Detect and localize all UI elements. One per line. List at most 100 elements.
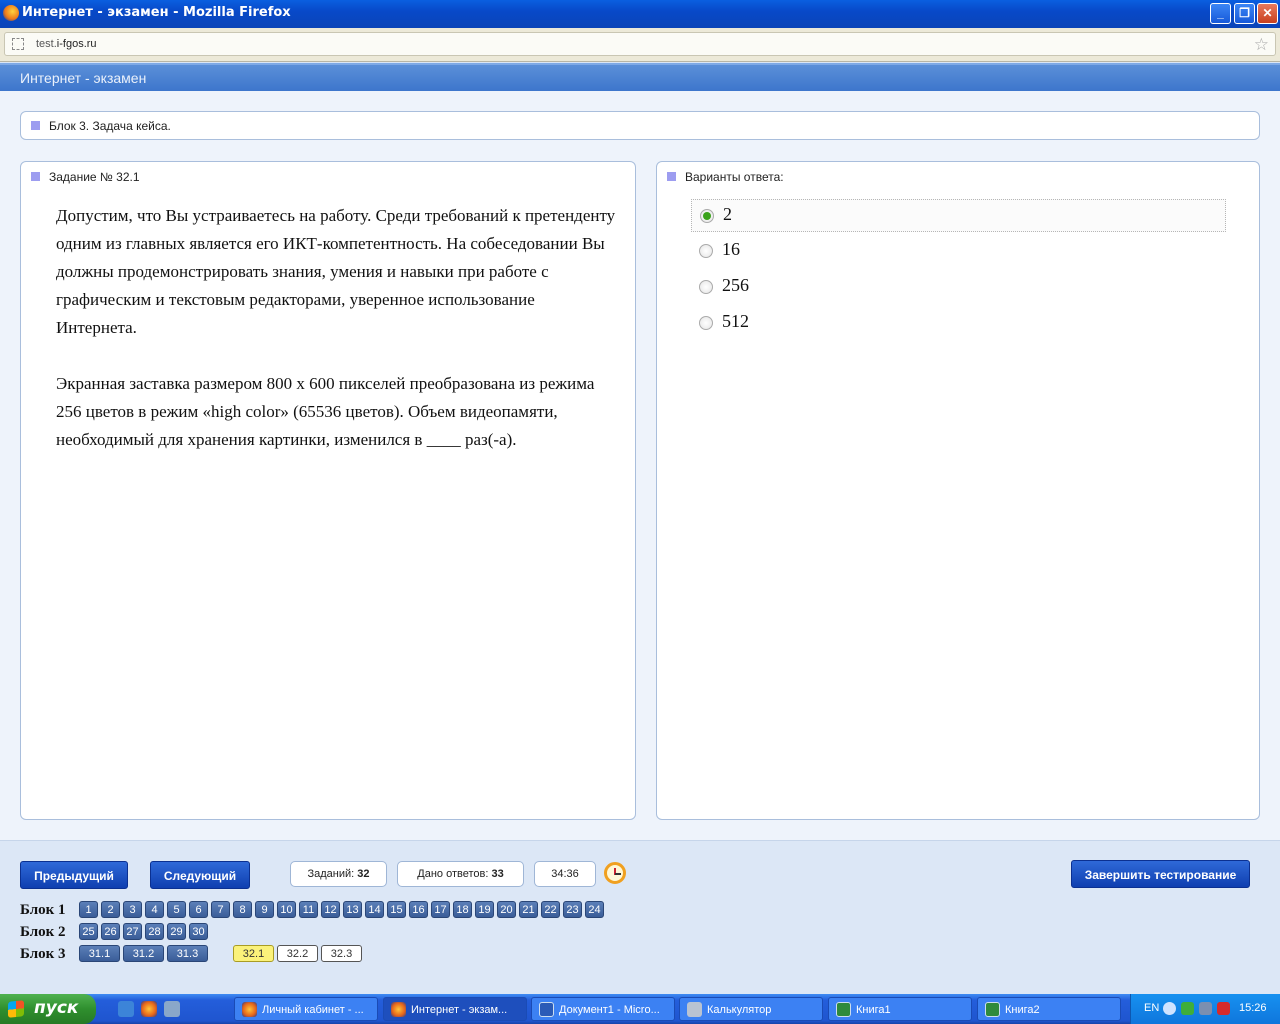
question-nav-button[interactable]: 23 [563,901,582,918]
question-nav-button[interactable]: 9 [255,901,274,918]
question-nav-button[interactable]: 25 [79,923,98,940]
firefox-quicklaunch-icon[interactable] [141,1001,157,1017]
url-text: test.i-fgos.ru [36,38,97,50]
radio-button[interactable] [699,244,713,258]
question-nav-button[interactable]: 26 [101,923,120,940]
footer-bar: Предыдущий Следующий Заданий: 32 Дано от… [0,840,1280,994]
question-nav-button[interactable]: 17 [431,901,450,918]
question-nav-button[interactable]: 18 [453,901,472,918]
block-3-label: Блок 3 [20,946,66,962]
radio-button[interactable] [699,280,713,294]
window-titlebar: Интернет - экзамен - Mozilla Firefox _ ❐… [0,0,1280,28]
window-title: Интернет - экзамен - Mozilla Firefox [22,5,291,20]
prev-button[interactable]: Предыдущий [20,861,128,889]
show-desktop-icon[interactable] [118,1001,134,1017]
question-nav-button[interactable]: 32.2 [277,945,318,962]
language-indicator[interactable]: EN [1144,1002,1159,1014]
finish-test-button[interactable]: Завершить тестирование [1071,860,1250,888]
radio-button[interactable] [699,316,713,330]
bookmark-star-icon[interactable]: ☆ [1254,35,1269,55]
question-nav-button[interactable]: 31.2 [123,945,164,962]
clock: 15:26 [1239,1002,1267,1014]
question-nav-button[interactable]: 3 [123,901,142,918]
answer-option[interactable]: 256 [691,271,1226,304]
tray-expand-icon[interactable] [1163,1002,1176,1015]
site-identity-icon[interactable] [12,38,24,50]
question-nav-button[interactable]: 7 [211,901,230,918]
block-2-nav: 25 26 27 28 29 30 [79,923,211,940]
task-paragraph-1: Допустим, что Вы устраиваетесь на работу… [56,206,616,337]
restore-button[interactable]: ❐ [1234,3,1255,24]
question-nav-button[interactable]: 22 [541,901,560,918]
question-nav-button[interactable]: 8 [233,901,252,918]
block-3-case-nav: 32.1 32.2 32.3 [233,945,365,962]
url-field[interactable]: test.i-fgos.ru ☆ [4,32,1276,56]
firefox-icon [3,5,19,21]
question-nav-button[interactable]: 4 [145,901,164,918]
question-nav-button[interactable]: 6 [189,901,208,918]
question-nav-button[interactable]: 29 [167,923,186,940]
square-marker-icon [31,172,40,181]
app-quicklaunch-icon[interactable] [164,1001,180,1017]
question-nav-button[interactable]: 31.1 [79,945,120,962]
question-nav-button[interactable]: 24 [585,901,604,918]
answer-option-label: 256 [722,275,749,295]
question-nav-button[interactable]: 12 [321,901,340,918]
question-nav-button[interactable]: 21 [519,901,538,918]
calculator-icon [687,1002,702,1017]
square-marker-icon [31,121,40,130]
main-area: Блок 3. Задача кейса. Задание № 32.1 Доп… [0,91,1280,840]
question-nav-button[interactable]: 13 [343,901,362,918]
answer-option-label: 2 [723,204,732,224]
answers-label: Варианты ответа: [685,170,784,184]
question-nav-button[interactable]: 32.3 [321,945,362,962]
question-nav-button[interactable]: 32.1 [233,945,274,962]
answers-panel: Варианты ответа: 2 16 256 512 [656,161,1260,820]
minimize-button[interactable]: _ [1210,3,1231,24]
taskbar-item[interactable]: Калькулятор [679,997,823,1021]
answered-count: Дано ответов: 33 [397,861,524,887]
app-header: Интернет - экзамен [0,63,1280,91]
close-button[interactable]: ✕ [1257,3,1278,24]
question-nav-button[interactable]: 15 [387,901,406,918]
question-nav-button[interactable]: 27 [123,923,142,940]
answer-option[interactable]: 512 [691,307,1226,340]
taskbar-item[interactable]: Документ1 - Micro... [531,997,675,1021]
question-nav-button[interactable]: 20 [497,901,516,918]
firefox-icon [391,1002,406,1017]
question-nav-button[interactable]: 30 [189,923,208,940]
question-nav-button[interactable]: 10 [277,901,296,918]
excel-icon [836,1002,851,1017]
question-nav-button[interactable]: 11 [299,901,318,918]
next-button[interactable]: Следующий [150,861,250,889]
network-icon[interactable] [1199,1002,1212,1015]
block-title: Блок 3. Задача кейса. [49,119,171,133]
taskbar-item[interactable]: Книга2 [977,997,1121,1021]
start-label: пуск [34,998,79,1018]
answer-option[interactable]: 16 [691,235,1226,268]
answer-option[interactable]: 2 [691,199,1226,232]
question-nav-button[interactable]: 2 [101,901,120,918]
taskbar-item[interactable]: Книга1 [828,997,972,1021]
tray-app-icon[interactable] [1181,1002,1194,1015]
antivirus-icon[interactable] [1217,1002,1230,1015]
radio-button[interactable] [700,209,714,223]
task-label: Задание № 32.1 [49,170,140,184]
question-nav-button[interactable]: 31.3 [167,945,208,962]
question-nav-button[interactable]: 16 [409,901,428,918]
taskbar-item-active[interactable]: Интернет - экзам... [383,997,527,1021]
taskbar-item[interactable]: Личный кабинет - ... [234,997,378,1021]
block-1-label: Блок 1 [20,902,66,918]
start-button[interactable]: пуск [0,994,96,1024]
question-nav-button[interactable]: 28 [145,923,164,940]
question-nav-button[interactable]: 5 [167,901,186,918]
word-icon [539,1002,554,1017]
question-nav-button[interactable]: 1 [79,901,98,918]
app-title: Интернет - экзамен [20,70,147,86]
question-nav-button[interactable]: 19 [475,901,494,918]
question-nav-button[interactable]: 14 [365,901,384,918]
firefox-icon [242,1002,257,1017]
taskbar: пуск Личный кабинет - ... Интернет - экз… [0,994,1280,1024]
timer: 34:36 [534,861,596,887]
block-3-nav: 31.1 31.2 31.3 [79,945,211,962]
